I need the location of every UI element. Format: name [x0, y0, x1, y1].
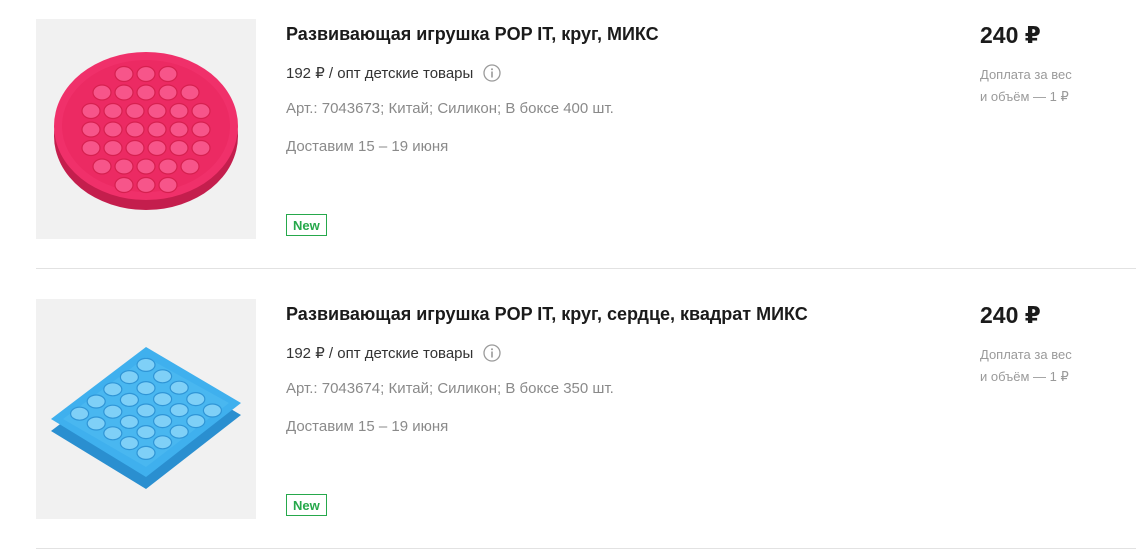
delivery-dates: Доставим 15 – 19 июня — [286, 418, 449, 435]
pop-it-square-blue-icon — [51, 347, 241, 489]
product-specs: Арт.: 7043674; Китай; Силикон; В боксе 3… — [286, 380, 614, 397]
wholesale-price: 192 ₽ / опт детские товары — [286, 64, 501, 82]
product-card: Развивающая игрушка POP IT, круг, сердце… — [36, 280, 1136, 560]
new-badge: New — [286, 494, 327, 516]
product-specs: Арт.: 7043673; Китай; Силикон; В боксе 4… — [286, 100, 614, 117]
surcharge-line-2: и объём — 1 ₽ — [980, 369, 1069, 384]
surcharge-note: Доплата за вес и объём — 1 ₽ — [980, 64, 1100, 108]
row-divider — [36, 268, 1136, 269]
wholesale-price-text: 192 ₽ / опт детские товары — [286, 345, 474, 362]
product-card: Развивающая игрушка POP IT, круг, МИКС 1… — [36, 0, 1136, 280]
surcharge-line-2: и объём — 1 ₽ — [980, 89, 1069, 104]
wholesale-price-text: 192 ₽ / опт детские товары — [286, 65, 474, 82]
delivery-dates: Доставим 15 – 19 июня — [286, 138, 449, 155]
info-icon[interactable] — [483, 64, 501, 82]
surcharge-line-1: Доплата за вес — [980, 67, 1072, 82]
surcharge-line-1: Доплата за вес — [980, 347, 1072, 362]
pop-it-round-pink-icon — [54, 52, 238, 210]
product-price: 240 ₽ — [980, 302, 1041, 328]
info-icon[interactable] — [483, 344, 501, 362]
product-price: 240 ₽ — [980, 22, 1041, 48]
product-image[interactable] — [36, 299, 256, 519]
product-image[interactable] — [36, 19, 256, 239]
product-title[interactable]: Развивающая игрушка POP IT, круг, сердце… — [286, 304, 808, 325]
new-badge: New — [286, 214, 327, 236]
surcharge-note: Доплата за вес и объём — 1 ₽ — [980, 344, 1100, 388]
wholesale-price: 192 ₽ / опт детские товары — [286, 344, 501, 362]
row-divider — [36, 548, 1136, 549]
product-title[interactable]: Развивающая игрушка POP IT, круг, МИКС — [286, 24, 659, 45]
